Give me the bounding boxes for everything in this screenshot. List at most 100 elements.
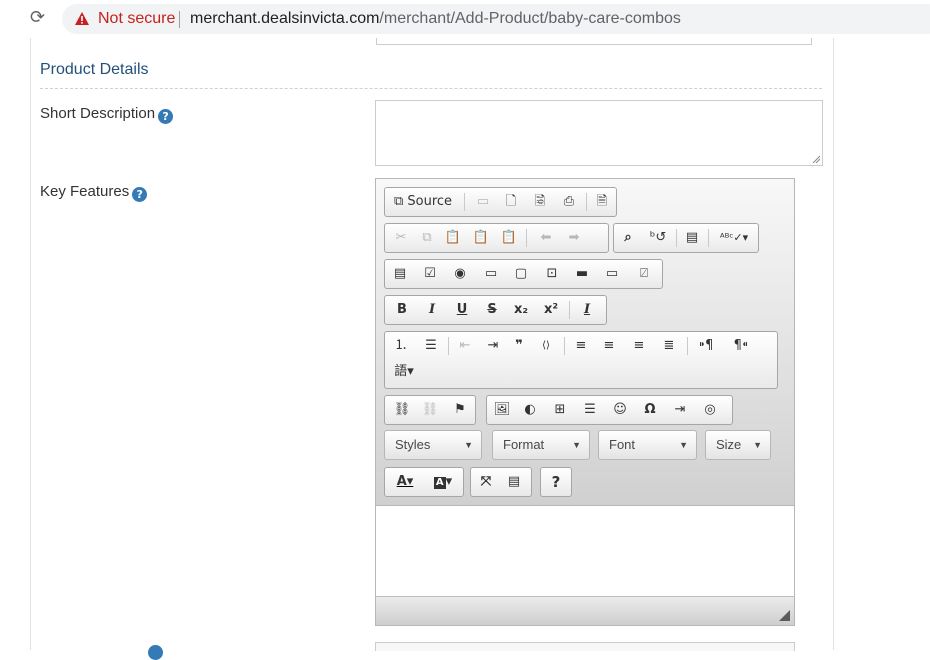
divider xyxy=(448,337,449,355)
previous-field-input[interactable] xyxy=(376,38,812,45)
panel-border-right xyxy=(833,38,834,650)
resize-handle-icon[interactable] xyxy=(779,610,790,621)
editor-toolbar: ⧉ Source ▭ 🗋 🗟 ⎙ 🗎 ✂ ⧉ 📋 📋 📋 ⬅ ➡ ⌕ ᵇ↺ ▤ xyxy=(376,179,794,506)
underline-button[interactable]: U xyxy=(451,300,473,320)
paste-word-icon[interactable]: 📋 xyxy=(499,228,519,248)
size-dropdown[interactable]: Size ▼ xyxy=(705,430,771,460)
source-button[interactable]: ⧉ Source xyxy=(389,192,457,212)
help-icon[interactable]: ? xyxy=(132,187,148,202)
print-icon[interactable]: ⎙ xyxy=(559,192,579,212)
warning-icon[interactable] xyxy=(74,11,90,27)
text-direction-ltr-icon[interactable]: ⁍¶ xyxy=(694,336,718,356)
justify-icon[interactable]: ≣ xyxy=(659,336,679,356)
address-bar[interactable]: Not secure merchant.dealsinvicta.com/mer… xyxy=(62,4,930,34)
bulleted-list-icon[interactable]: ☰ xyxy=(421,336,441,356)
spellcheck-icon[interactable]: ᴬᴮᶜ✓▾ xyxy=(714,228,754,248)
checkbox-icon[interactable]: ☑ xyxy=(419,264,441,284)
divider xyxy=(676,229,677,247)
divider xyxy=(564,337,565,355)
divider xyxy=(526,229,527,247)
background-color-icon[interactable]: A ▾ xyxy=(427,472,459,492)
horizontal-rule-icon[interactable]: ☰ xyxy=(579,400,601,420)
section-title: Product Details xyxy=(40,61,149,78)
remove-format-icon[interactable]: I xyxy=(575,300,599,320)
replace-icon[interactable]: ᵇ↺ xyxy=(646,228,670,248)
editor-content-area[interactable] xyxy=(376,506,794,595)
radio-icon[interactable]: ◉ xyxy=(449,264,471,284)
text-color-icon[interactable]: A▾ xyxy=(389,472,421,492)
insert-toolbar-group: 🖼 ◐ ⊞ ☰ ☺ Ω ⇥ ◎ xyxy=(486,395,733,425)
paste-icon[interactable]: 📋 xyxy=(443,228,463,248)
select-field-icon[interactable]: ⊡ xyxy=(541,264,563,284)
help-icon[interactable]: ? xyxy=(158,109,174,124)
align-left-icon[interactable]: ≡ xyxy=(571,336,591,356)
templates-icon[interactable]: 🗎 xyxy=(592,192,612,212)
special-char-icon[interactable]: Ω xyxy=(639,400,661,420)
chevron-down-icon: ▼ xyxy=(572,440,581,450)
increase-indent-icon[interactable]: ⇥ xyxy=(483,336,503,356)
divider xyxy=(464,193,465,211)
new-page-icon[interactable]: 🗋 xyxy=(501,192,521,212)
page-break-icon[interactable]: ⇥ xyxy=(669,400,691,420)
table-icon[interactable]: ⊞ xyxy=(549,400,571,420)
font-dropdown[interactable]: Font ▼ xyxy=(598,430,697,460)
text-direction-rtl-icon[interactable]: ¶⁌ xyxy=(729,336,753,356)
styles-dropdown[interactable]: Styles ▼ xyxy=(384,430,482,460)
maximize-icon[interactable]: ⤧ xyxy=(475,472,497,492)
document-toolbar-group: ⧉ Source ▭ 🗋 🗟 ⎙ 🗎 xyxy=(384,187,617,217)
help-icon[interactable] xyxy=(148,645,163,660)
hidden-field-icon[interactable]: ⍁ xyxy=(633,264,655,284)
text-field-icon[interactable]: ▭ xyxy=(480,264,502,284)
browser-toolbar: ⟳ Not secure merchant.dealsinvicta.com/m… xyxy=(0,0,930,38)
superscript-icon[interactable]: x² xyxy=(539,300,563,320)
textarea-icon[interactable]: ▢ xyxy=(510,264,532,284)
section-divider xyxy=(40,88,822,89)
short-description-textarea[interactable] xyxy=(375,100,823,166)
reload-icon[interactable]: ⟳ xyxy=(30,8,45,28)
image-icon[interactable]: 🖼 xyxy=(491,400,513,420)
smiley-icon[interactable]: ☺ xyxy=(609,400,631,420)
url-path: /merchant/Add-Product/baby-care-combos xyxy=(379,10,681,27)
about-button[interactable]: ? xyxy=(545,472,567,492)
find-icon[interactable]: ⌕ xyxy=(618,228,638,248)
bold-button[interactable]: B xyxy=(391,300,413,320)
button-icon[interactable]: ▬ xyxy=(571,264,593,284)
italic-button[interactable]: I xyxy=(421,300,443,320)
flash-icon[interactable]: ◐ xyxy=(519,400,541,420)
preview-icon[interactable]: 🗟 xyxy=(530,192,550,212)
form-icon[interactable]: ▤ xyxy=(389,264,411,284)
paste-text-icon[interactable]: 📋 xyxy=(471,228,491,248)
key-features-label: Key Features? xyxy=(40,183,148,202)
divider xyxy=(586,193,587,211)
align-center-icon[interactable]: ≡ xyxy=(599,336,619,356)
divider xyxy=(179,11,180,28)
show-blocks-icon[interactable]: ▤ xyxy=(503,472,525,492)
language-icon[interactable]: 語▾ xyxy=(390,362,418,382)
numbered-list-icon[interactable]: ⒈ xyxy=(391,336,411,356)
format-dropdown[interactable]: Format ▼ xyxy=(492,430,590,460)
url-text[interactable]: merchant.dealsinvicta.com/merchant/Add-P… xyxy=(190,9,681,29)
font-label: Font xyxy=(609,437,636,452)
unlink-icon: ⛓ xyxy=(421,402,439,417)
security-status[interactable]: Not secure xyxy=(98,9,175,29)
link-icon[interactable]: ⛓ xyxy=(391,400,413,420)
anchor-flag-icon[interactable]: ⚑ xyxy=(449,400,471,420)
strikethrough-button[interactable]: S xyxy=(481,300,503,320)
links-toolbar-group: ⛓ ⛓ ⚑ xyxy=(384,395,476,425)
editor-statusbar xyxy=(376,596,794,625)
blockquote-icon[interactable]: ❞ xyxy=(509,336,529,356)
copy-icon: ⧉ xyxy=(422,230,432,245)
paragraph-toolbar-group: ⒈ ☰ ⇤ ⇥ ❞ ⟨⟩ ≡ ≡ ≡ ≣ ⁍¶ ¶⁌ 語▾ xyxy=(384,331,778,389)
divider xyxy=(708,229,709,247)
create-div-icon[interactable]: ⟨⟩ xyxy=(535,336,557,356)
image-button-icon[interactable]: ▭ xyxy=(601,264,623,284)
resize-handle-icon[interactable] xyxy=(812,155,820,163)
colors-toolbar-group: A▾ A ▾ xyxy=(384,467,464,497)
iframe-icon[interactable]: ◎ xyxy=(699,400,721,420)
url-host: merchant.dealsinvicta.com xyxy=(190,10,380,27)
styles-label: Styles xyxy=(395,437,431,452)
align-right-icon[interactable]: ≡ xyxy=(629,336,649,356)
subscript-icon[interactable]: x₂ xyxy=(509,300,533,320)
select-all-icon[interactable]: ▤ xyxy=(682,228,702,248)
undo-icon: ⬅ xyxy=(540,230,552,245)
